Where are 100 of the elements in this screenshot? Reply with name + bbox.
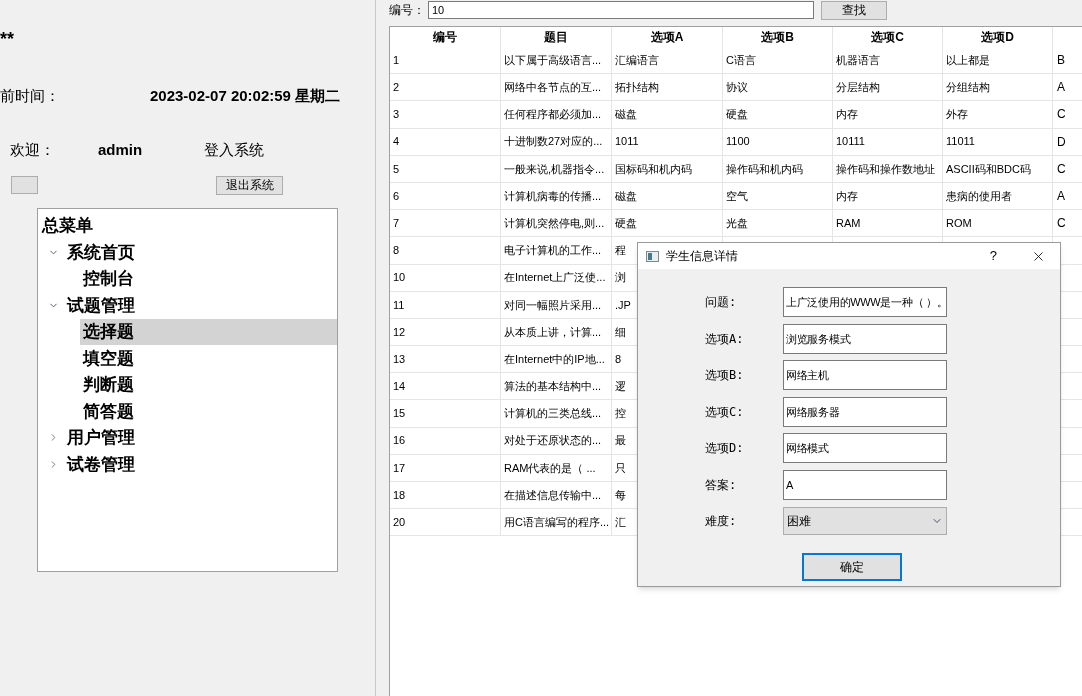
table-cell-text: 3	[393, 107, 400, 123]
table-cell-text: 磁盘	[615, 107, 637, 123]
table-cell-text: 计算机病毒的传播...	[504, 188, 602, 204]
column-header[interactable]: 编号	[390, 27, 501, 47]
table-cell-text: 1100	[726, 134, 750, 150]
table-cell-text: 在Internet上广泛使...	[504, 270, 606, 286]
tree-item[interactable]: 用户管理	[64, 424, 337, 451]
table-cell-text: 内存	[836, 107, 858, 123]
username: admin	[98, 139, 144, 160]
welcome-label: 欢迎：	[10, 139, 56, 160]
table-cell-text: 在描述信息传输中...	[504, 487, 602, 503]
table-cell-text: 计算机突然停电,则...	[504, 215, 605, 231]
tree-item[interactable]: 试题管理	[64, 292, 337, 319]
table-cell-text: 机器语言	[836, 52, 880, 68]
time-label: 前时间：	[0, 85, 61, 106]
table-cell-text: 硬盘	[726, 107, 748, 123]
tree-item[interactable]: 系统首页	[64, 239, 337, 266]
table-cell-text: 8	[393, 243, 400, 259]
stars-text: **	[0, 28, 14, 51]
table-cell-text: 17	[393, 460, 406, 476]
help-button[interactable]: ?	[989, 246, 997, 266]
table-cell-text: 以下属于高级语言...	[504, 52, 602, 68]
field-label: 选项B:	[705, 367, 745, 385]
menu-title: 总菜单	[42, 215, 94, 238]
table-cell-text: 磁盘	[615, 188, 637, 204]
column-header[interactable]: 选项A	[612, 27, 723, 47]
table-cell-text: C	[1057, 160, 1066, 178]
table-cell-text: 十进制数27对应的...	[504, 134, 603, 150]
table-cell-text: 1	[393, 52, 400, 68]
table-cell-text: 11011	[946, 134, 975, 150]
tree-item[interactable]: 简答题	[80, 398, 337, 425]
table-cell-text: 外存	[946, 107, 968, 123]
table-cell-text: 拓扑结构	[615, 80, 659, 96]
table-cell-text: 硬盘	[615, 215, 637, 231]
table-cell-text: 分层结构	[836, 80, 880, 96]
id-label: 编号：	[389, 2, 426, 19]
column-header[interactable]: 选项B	[723, 27, 833, 47]
table-cell-text: 4	[393, 134, 400, 150]
input-field[interactable]: 网络主机	[783, 360, 947, 391]
table-cell-text: .JP	[615, 297, 631, 313]
table-cell-text: 6	[393, 188, 400, 204]
table-cell-text: 分组结构	[946, 80, 990, 96]
table-cell-text: A	[1057, 188, 1065, 206]
tree-item[interactable]: 试卷管理	[64, 451, 337, 478]
table-cell-text: ASCII码和BDC码	[946, 161, 1031, 177]
table-cell-text: 18	[393, 487, 406, 503]
column-header[interactable]: 选项D	[943, 27, 1053, 47]
table-cell-text: 用C语言编写的程序...	[504, 515, 610, 531]
table-cell-text: 5	[393, 161, 400, 177]
table-cell-text: 1011	[615, 134, 639, 150]
ok-button[interactable]: 确定	[802, 552, 902, 581]
table-cell-text: 10111	[836, 134, 865, 150]
input-field[interactable]: A	[783, 469, 947, 500]
field-label: 难度:	[705, 513, 738, 531]
table-cell-text: 空气	[726, 188, 748, 204]
table-cell-text: A	[1057, 79, 1065, 97]
search-button[interactable]: 查找	[821, 0, 887, 20]
current-time: 2023-02-07 20:02:59 星期二	[150, 85, 341, 106]
logout-button[interactable]: 退出系统	[216, 175, 283, 195]
table-cell-text: 14	[393, 379, 406, 395]
table-cell-text: 15	[393, 406, 406, 422]
small-button[interactable]	[11, 176, 38, 194]
tree-item[interactable]: 判断题	[80, 371, 337, 398]
input-field[interactable]: 网络模式	[783, 433, 947, 464]
table-cell-text: 细	[615, 324, 626, 340]
tree-item[interactable]: 填空题	[80, 345, 337, 372]
table-cell-text: 以上都是	[946, 52, 990, 68]
window-icon	[646, 250, 659, 262]
table-cell-text: 10	[393, 270, 406, 286]
input-field[interactable]: 上广泛使用的WWW是一种（ ）。	[783, 287, 947, 318]
table-cell-text: 对处于还原状态的...	[504, 433, 602, 449]
column-header[interactable]: 题目	[501, 27, 612, 47]
tree-item[interactable]: 控制台	[80, 265, 337, 292]
input-field[interactable]: 网络服务器	[783, 396, 947, 427]
table-cell-text: 计算机的三类总线...	[504, 406, 602, 422]
table-cell-text: 每	[615, 487, 626, 503]
table-cell-text: RAM代表的是（ ...	[504, 460, 596, 476]
input-field[interactable]: 浏览服务模式	[783, 323, 947, 354]
login-status: 登入系统	[204, 139, 264, 160]
table-cell-text: 任何程序都必须加...	[504, 107, 602, 123]
table-cell-text: 患病的使用者	[946, 188, 1012, 204]
table-cell-text: 16	[393, 433, 406, 449]
column-header[interactable]: 选项C	[833, 27, 943, 47]
table-cell-text: 算法的基本结构中...	[504, 379, 602, 395]
field-label: 选项C:	[705, 403, 745, 421]
table-cell-text: 对同一幅照片采用...	[504, 297, 602, 313]
table-cell-text: 操作码和机内码	[726, 161, 803, 177]
table-cell-text: 一般来说,机器指令...	[504, 161, 605, 177]
id-field[interactable]: 10	[428, 1, 814, 19]
table-cell-text: C语言	[726, 52, 756, 68]
tree-item[interactable]: 选择题	[80, 318, 337, 345]
table-cell-text: 控	[615, 406, 626, 422]
difficulty-select[interactable]: 困难	[783, 507, 947, 536]
table-cell-text: 只	[615, 460, 626, 476]
table-cell-text: 汇	[615, 515, 626, 531]
table-cell-text: 网络中各节点的互...	[504, 80, 602, 96]
field-label: 选项D:	[705, 440, 745, 458]
table-cell-text: 国标码和机内码	[615, 161, 692, 177]
table-cell-text: 最	[615, 433, 626, 449]
field-label: 问题:	[705, 294, 738, 312]
